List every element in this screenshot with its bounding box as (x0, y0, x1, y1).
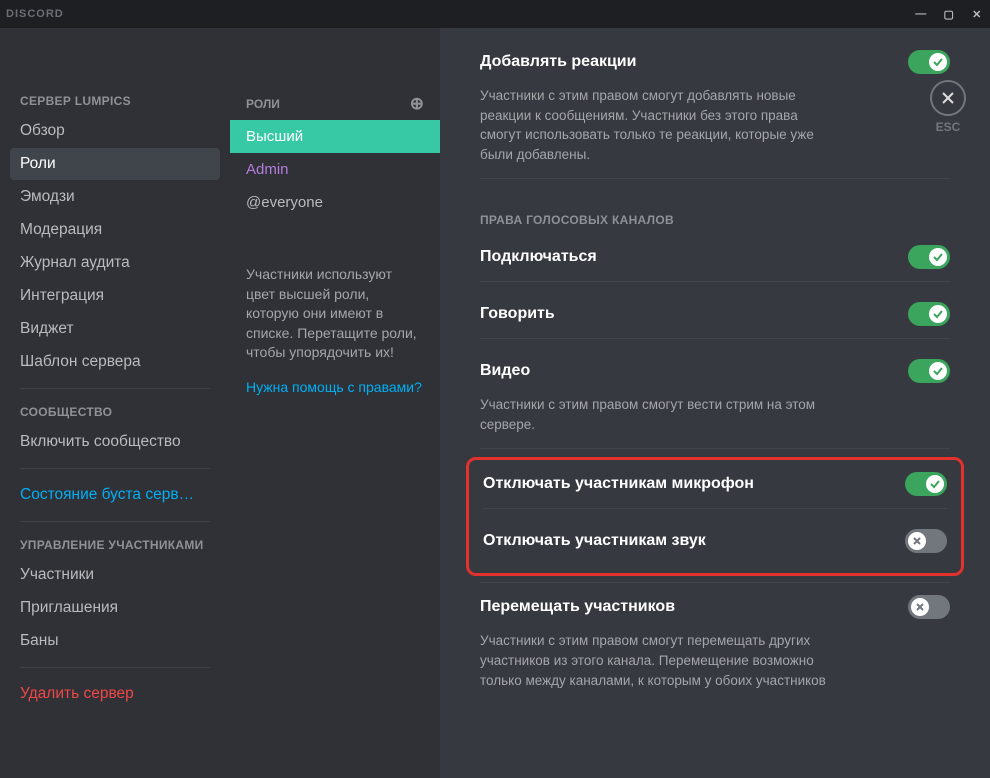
sidebar-divider (20, 468, 210, 469)
perm-add-reactions-toggle[interactable] (908, 50, 950, 74)
window-minimize-icon[interactable]: — (914, 8, 928, 20)
sidebar-divider (20, 667, 210, 668)
sidebar-item-server-template[interactable]: Шаблон сервера (10, 346, 220, 378)
perm-connect-toggle[interactable] (908, 245, 950, 269)
role-item-everyone[interactable]: @everyone (230, 186, 440, 219)
settings-sidebar: СЕРВЕР LUMPICS Обзор Роли Эмодзи Модерац… (0, 28, 230, 778)
perm-divider (480, 338, 950, 339)
window-maximize-icon[interactable]: ▢ (942, 8, 956, 21)
sidebar-item-widget[interactable]: Виджет (10, 313, 220, 345)
close-icon (940, 90, 956, 106)
perm-mute-members-toggle[interactable] (905, 472, 947, 496)
close-button[interactable] (930, 80, 966, 116)
sidebar-divider (20, 388, 210, 389)
sidebar-item-invites[interactable]: Приглашения (10, 592, 220, 624)
role-item-admin[interactable]: Admin (230, 153, 440, 186)
perm-divider (480, 178, 950, 179)
roles-column: РОЛИ ⊕ Высший Admin @everyone Участники … (230, 28, 440, 778)
close-esc-label: ESC (936, 120, 961, 134)
perm-speak-label: Говорить (480, 305, 555, 323)
title-bar: DISCORD — ▢ ✕ (0, 0, 990, 28)
permissions-panel: Добавлять реакции Участники с этим право… (440, 28, 990, 778)
settings-layout: СЕРВЕР LUMPICS Обзор Роли Эмодзи Модерац… (0, 28, 990, 778)
roles-header-label: РОЛИ (246, 97, 280, 111)
perm-add-reactions-desc: Участники с этим правом смогут добавлять… (480, 86, 840, 178)
sidebar-item-integrations[interactable]: Интеграция (10, 280, 220, 312)
perm-add-reactions-label: Добавлять реакции (480, 53, 636, 71)
sidebar-item-audit-log[interactable]: Журнал аудита (10, 247, 220, 279)
app-brand: DISCORD (6, 8, 64, 20)
perm-video-desc: Участники с этим правом смогут вести стр… (480, 395, 840, 448)
close-esc-holder: ESC (930, 80, 966, 134)
perm-video-label: Видео (480, 362, 530, 380)
sidebar-item-bans[interactable]: Баны (10, 625, 220, 657)
perm-connect-label: Подключаться (480, 248, 597, 266)
sidebar-item-delete-server[interactable]: Удалить сервер (10, 678, 220, 710)
perm-divider (483, 508, 947, 509)
roles-note: Участники используют цвет высшей роли, к… (230, 249, 440, 375)
sidebar-divider (20, 521, 210, 522)
sidebar-item-members[interactable]: Участники (10, 559, 220, 591)
sidebar-item-overview[interactable]: Обзор (10, 115, 220, 147)
perm-divider (480, 281, 950, 282)
perm-deafen-members-label: Отключать участникам звук (483, 532, 706, 550)
voice-permissions-header: ПРАВА ГОЛОСОВЫХ КАНАЛОВ (480, 187, 950, 233)
perm-video-toggle[interactable] (908, 359, 950, 383)
roles-help-link[interactable]: Нужна помощь с правами? (230, 375, 440, 399)
sidebar-item-moderation[interactable]: Модерация (10, 214, 220, 246)
sidebar-item-roles[interactable]: Роли (10, 148, 220, 180)
add-role-icon[interactable]: ⊕ (410, 94, 424, 114)
perm-move-members-toggle[interactable] (908, 595, 950, 619)
sidebar-item-enable-community[interactable]: Включить сообщество (10, 426, 220, 458)
sidebar-item-server-boost[interactable]: Состояние буста серв… (10, 479, 220, 511)
perm-mute-members-label: Отключать участникам микрофон (483, 475, 754, 493)
role-item-highest[interactable]: Высший (230, 120, 440, 153)
sidebar-section-server: СЕРВЕР LUMPICS (10, 88, 220, 114)
sidebar-section-community: СООБЩЕСТВО (10, 399, 220, 425)
sidebar-item-emoji[interactable]: Эмодзи (10, 181, 220, 213)
sidebar-section-members: УПРАВЛЕНИЕ УЧАСТНИКАМИ (10, 532, 220, 558)
perm-deafen-members-toggle[interactable] (905, 529, 947, 553)
perm-speak-toggle[interactable] (908, 302, 950, 326)
perm-move-members-label: Перемещать участников (480, 598, 675, 616)
app-root: DISCORD — ▢ ✕ СЕРВЕР LUMPICS Обзор Роли … (0, 0, 990, 778)
highlight-box: Отключать участникам микрофон Отключать … (466, 457, 964, 576)
window-close-icon[interactable]: ✕ (970, 8, 984, 21)
perm-divider (480, 448, 950, 449)
perm-move-members-desc: Участники с этим правом смогут перемещат… (480, 631, 840, 704)
